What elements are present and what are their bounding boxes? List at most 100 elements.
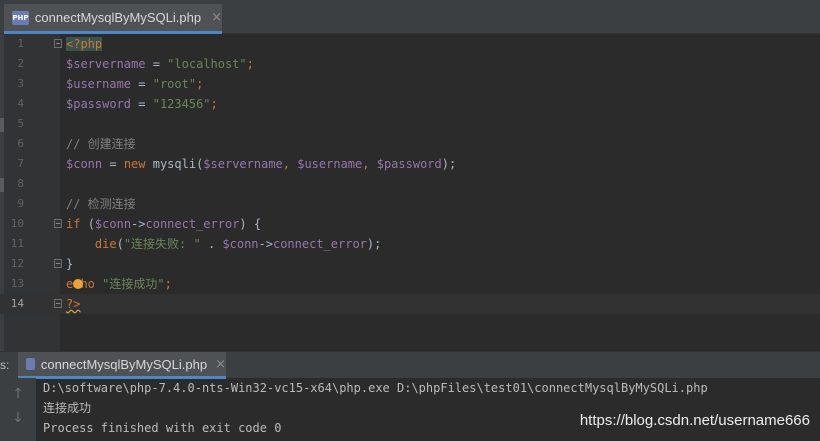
code-token: ); <box>441 157 457 171</box>
code-token: $servername <box>66 57 146 71</box>
fold-marker-icon[interactable] <box>54 299 62 308</box>
line-number: 3 <box>17 77 24 90</box>
arrow-up-icon[interactable]: ↑ <box>10 386 26 402</box>
code-text: // 创建连接 <box>66 134 136 154</box>
code-token: $servername <box>203 157 283 171</box>
line-number: 8 <box>17 177 24 190</box>
fold-marker-icon[interactable] <box>54 219 62 228</box>
php-file-icon: PHP <box>12 10 29 25</box>
close-tab-icon[interactable]: × <box>211 10 222 25</box>
code-token: $conn <box>66 157 103 171</box>
run-tab[interactable]: connectMysqlByMySQLi.php × <box>18 352 226 379</box>
code-token: mysqli( <box>152 157 204 171</box>
code-token: ( <box>116 237 124 251</box>
code-line[interactable]: 7 $conn = new mysqli($servername, $userna… <box>0 154 820 174</box>
code-token: new <box>123 157 153 171</box>
run-tool-window: s: connectMysqlByMySQLi.php × ↑ ↓ D:\sof… <box>0 351 820 441</box>
code-line[interactable]: 4 $password = "123456"; <box>0 94 820 114</box>
code-token: $conn <box>222 237 259 251</box>
code-line[interactable]: 3 $username = "root"; <box>0 74 820 94</box>
code-text: $conn = new mysqli($servername, $usernam… <box>66 154 456 174</box>
code-line[interactable]: 13 echo "连接成功"; <box>0 274 820 294</box>
code-token: // 创建连接 <box>66 137 136 151</box>
lightbulb-icon[interactable] <box>73 279 83 289</box>
code-token: "123456" <box>152 97 211 111</box>
line-number: 9 <box>17 197 24 210</box>
editor-tab[interactable]: PHP connectMysqlByMySQLi.php × <box>4 4 222 34</box>
run-window-label: s: <box>0 358 10 372</box>
code-token: = <box>131 97 153 111</box>
code-token: $username <box>297 157 363 171</box>
console-exit-line: Process finished with exit code 0 <box>43 421 282 435</box>
run-tab-label: connectMysqlByMySQLi.php <box>40 356 208 372</box>
code-token: } <box>66 257 74 271</box>
code-token: ; <box>164 277 172 291</box>
code-text: <?php <box>66 34 103 54</box>
code-token: ; <box>246 57 254 71</box>
code-token: "root" <box>152 77 197 91</box>
code-line[interactable]: 9 // 检测连接 <box>0 194 820 214</box>
code-line[interactable]: 14 ?> <box>0 294 820 314</box>
php-run-icon <box>26 358 35 370</box>
code-token: , <box>362 157 377 171</box>
code-text: $servername = "localhost"; <box>66 54 254 74</box>
code-token: // 检测连接 <box>66 197 136 211</box>
line-number: 5 <box>17 117 24 130</box>
code-line[interactable]: 6 // 创建连接 <box>0 134 820 154</box>
editor-tab-label: connectMysqlByMySQLi.php <box>34 10 202 25</box>
code-token: "连接失败: " <box>123 237 201 251</box>
code-token: = <box>102 157 124 171</box>
code-text: $password = "123456"; <box>66 94 218 114</box>
code-line[interactable]: 10 if ($conn->connect_error) { <box>0 214 820 234</box>
line-number: 11 <box>10 237 24 250</box>
code-token: connect_error <box>145 217 240 231</box>
console-command-line: D:\software\php-7.4.0-nts-Win32-vc15-x64… <box>43 381 708 395</box>
code-token: $password <box>376 157 442 171</box>
code-text: die("连接失败: " . $conn->connect_error); <box>66 234 381 254</box>
code-text: ?> <box>66 294 80 314</box>
line-number: 4 <box>17 97 24 110</box>
code-line[interactable]: 5 <box>0 114 820 134</box>
code-text: if ($conn->connect_error) { <box>66 214 261 234</box>
code-token: connect_error <box>272 237 367 251</box>
code-token: if <box>66 217 88 231</box>
code-text: // 检测连接 <box>66 194 136 214</box>
line-number: 14 <box>10 297 24 310</box>
line-number: 7 <box>17 157 24 170</box>
code-token: echo <box>66 277 103 291</box>
line-number: 6 <box>17 137 24 150</box>
code-token: -> <box>258 237 273 251</box>
code-line[interactable]: 11 die("连接失败: " . $conn->connect_error); <box>0 234 820 254</box>
run-side-toolbar: ↑ ↓ <box>0 378 36 441</box>
line-number: 10 <box>10 217 24 230</box>
code-token: "localhost" <box>167 57 247 71</box>
code-text: } <box>66 254 73 274</box>
code-token: $conn <box>94 217 132 231</box>
line-number: 13 <box>10 277 24 290</box>
editor-tab-bar: PHP connectMysqlByMySQLi.php × <box>0 0 820 34</box>
code-editor[interactable]: 1 <?php 2 $servername = "localhost"; 3 $usern… <box>0 34 820 351</box>
line-number: 12 <box>10 257 24 270</box>
gutter-empty <box>4 314 60 351</box>
code-token: ; <box>210 97 218 111</box>
code-token: = <box>131 77 153 91</box>
code-token: $username <box>66 77 132 91</box>
code-line[interactable]: 8 <box>0 174 820 194</box>
watermark: https://blog.csdn.net/username666 <box>579 412 810 429</box>
close-run-tab-icon[interactable]: × <box>215 357 226 372</box>
arrow-down-icon[interactable]: ↓ <box>10 410 26 426</box>
code-token: <?php <box>66 37 103 51</box>
code-line[interactable]: 12} <box>0 254 820 274</box>
fold-marker-icon[interactable] <box>54 39 62 48</box>
fold-marker-icon[interactable] <box>54 259 62 268</box>
console-output-line: 连接成功 <box>43 401 92 415</box>
code-token: "连接成功" <box>102 277 165 291</box>
code-token: = <box>145 57 168 71</box>
code-token: , <box>282 157 298 171</box>
code-line[interactable]: 1 <?php <box>0 34 820 54</box>
line-number: 2 <box>17 57 24 70</box>
code-text: $username = "root"; <box>66 74 203 94</box>
code-line[interactable]: 2 $servername = "localhost"; <box>0 54 820 74</box>
line-number: 1 <box>17 37 24 50</box>
code-token: ; <box>196 77 204 91</box>
